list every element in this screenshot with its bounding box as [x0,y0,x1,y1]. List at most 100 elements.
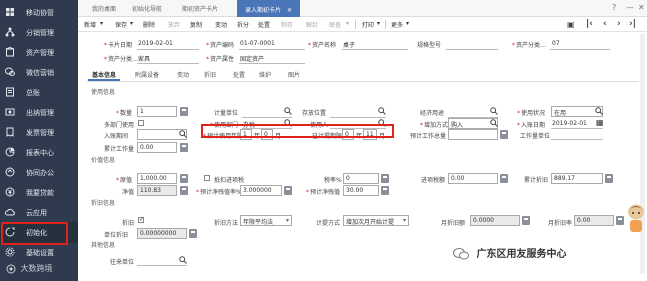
calculator-icon[interactable] [381,186,389,195]
sidebar-item-grid[interactable]: 移动协管 [0,2,78,23]
calc-method-select[interactable]: 增加次月开始计提 [343,215,409,226]
multi-dept-checkbox[interactable] [138,120,144,126]
search-icon[interactable] [179,256,187,264]
more-button[interactable]: 更多 [391,20,403,29]
search-icon[interactable] [179,130,187,138]
card-date-value[interactable]: 2019-02-01 [138,40,173,47]
last-record-icon[interactable]: ›| [629,19,636,29]
assistant-avatar-icon[interactable] [627,204,645,232]
dep-method-select[interactable]: 年限平均法 [240,215,292,226]
calculator-icon[interactable] [180,143,188,152]
tab-enter-initial-card[interactable]: 录入期初卡片 ✕ [237,0,301,17]
subtab-depreciation[interactable]: 折旧 [204,70,216,79]
minimize-icon[interactable]: — [626,3,634,12]
category-value[interactable]: 07 [552,40,560,47]
dispose-button[interactable]: 处置 [258,20,270,29]
prev-record-icon[interactable]: ‹ [603,19,607,29]
sidebar-item-settings[interactable]: 基础设置 [0,242,78,263]
first-record-icon[interactable]: |‹ [586,19,593,29]
sidebar-item-report[interactable]: 报表中心 [0,142,78,163]
residual-rate-input[interactable]: 3.000000 [240,185,282,196]
scrollbar[interactable] [640,34,645,274]
unit-underline[interactable] [242,117,292,118]
calculator-icon[interactable] [500,174,508,183]
location-underline[interactable] [330,117,386,118]
save-button[interactable]: 保存 [115,20,127,29]
spec-underline[interactable] [446,49,498,50]
deductible-checkbox[interactable] [204,175,210,181]
calculator-icon[interactable] [616,216,624,225]
category2-value[interactable]: 家具 [138,54,150,63]
subtab-change[interactable]: 变动 [177,70,189,79]
input-tax-input[interactable]: 0.00 [448,173,498,184]
residual-value-input[interactable]: 30.00 [343,185,379,196]
tax-rate-input[interactable]: 0 [343,173,379,184]
print-button[interactable]: 打印 [362,20,374,29]
abandon-button[interactable]: 放弃 [168,20,180,29]
subtab-pictures[interactable]: 图片 [288,70,300,79]
new-dropdown-icon[interactable]: ▾ [100,20,103,27]
sidebar-item-cloud[interactable]: 云应用 [0,202,78,223]
sidebar-item-invoice[interactable]: 发票管理 [0,122,78,143]
calculator-icon[interactable] [381,174,389,183]
sidebar-item-wechat[interactable]: 微信营销 [0,62,78,83]
new-button[interactable]: 新增 [84,20,96,29]
image-icon[interactable]: ▣ [567,20,575,29]
print-dropdown-icon[interactable]: ▾ [377,20,380,27]
calculator-icon[interactable] [180,107,188,116]
search-icon[interactable] [378,107,386,115]
link-query-button[interactable]: 联查 [329,20,341,29]
calculator-icon[interactable] [284,186,292,195]
net-value-input[interactable]: 110.83 [137,185,177,196]
subtab-disposal[interactable]: 处置 [233,70,245,79]
search-icon[interactable] [490,119,498,127]
delete-button[interactable]: 删除 [143,20,155,29]
calculator-icon[interactable] [605,174,613,183]
subtab-basic-info[interactable]: 基本信息 [92,70,116,79]
unlock-button[interactable]: 解封 [306,20,318,29]
original-value-input[interactable]: 1,000.00 [137,173,177,184]
change-button[interactable]: 变动 [215,20,227,29]
subtab-attached-equipment[interactable]: 附属设备 [135,70,159,79]
monthly-dep-input[interactable]: 0.0000 [470,215,520,226]
calculator-icon[interactable] [500,130,508,139]
calendar-icon[interactable]: ▦ [596,118,604,127]
acc-depreciation-input[interactable]: 889.17 [551,173,603,184]
sidebar-item-ledger[interactable]: 总账 [0,82,78,103]
unit-dep-input[interactable]: 0.00000000 [137,228,187,239]
sidebar-item-loan[interactable]: 我要贷款 [0,182,78,203]
sidebar-item-building[interactable]: 资产管理 [0,42,78,63]
monthly-rate-input[interactable]: 0.00 [574,215,614,226]
close-icon[interactable]: ✕ [287,7,292,14]
print-setting-button[interactable]: 制存 [281,20,293,29]
subtab-maintenance[interactable]: 维护 [259,70,271,79]
save-dropdown-icon[interactable]: ▾ [130,20,133,27]
help-icon[interactable]: ? [612,3,616,12]
next-record-icon[interactable]: › [617,19,621,29]
sidebar-item-network[interactable]: 分销管理 [0,22,78,43]
asset-name-value[interactable]: 桌子 [343,40,355,49]
sidebar-item-collab[interactable]: 协同办公 [0,162,78,183]
link-dropdown-icon[interactable]: ▾ [346,20,349,27]
more-dropdown-icon[interactable]: ▾ [406,20,409,27]
workload-unit-underline[interactable] [551,139,603,140]
tab-desktop[interactable]: 我的桌面 [92,4,116,13]
vendor-underline[interactable] [137,265,187,266]
calculator-icon[interactable] [180,174,188,183]
search-icon[interactable] [284,107,292,115]
acc-workload-input[interactable]: 0.00 [137,142,177,153]
copy-button[interactable]: 复制 [190,20,202,29]
tab-initial-cards[interactable]: 期初资产卡片 [182,4,218,13]
calculator-icon[interactable] [189,229,197,238]
workload-total-input[interactable] [448,129,498,140]
qty-input[interactable]: 1 [137,106,177,117]
tab-init-nav[interactable]: 初始化导航 [132,4,162,13]
depreciation-checkbox[interactable] [138,216,144,223]
asset-code-value[interactable]: 01-07-0001 [240,40,275,47]
search-icon[interactable] [490,107,498,115]
entry-date-value[interactable]: 2019-02-01 [552,120,587,127]
search-icon[interactable] [595,107,603,115]
calculator-icon[interactable] [522,216,530,225]
sidebar-item-cashier[interactable]: 出纳管理 [0,102,78,123]
close-window-icon[interactable]: ✕ [638,3,645,12]
